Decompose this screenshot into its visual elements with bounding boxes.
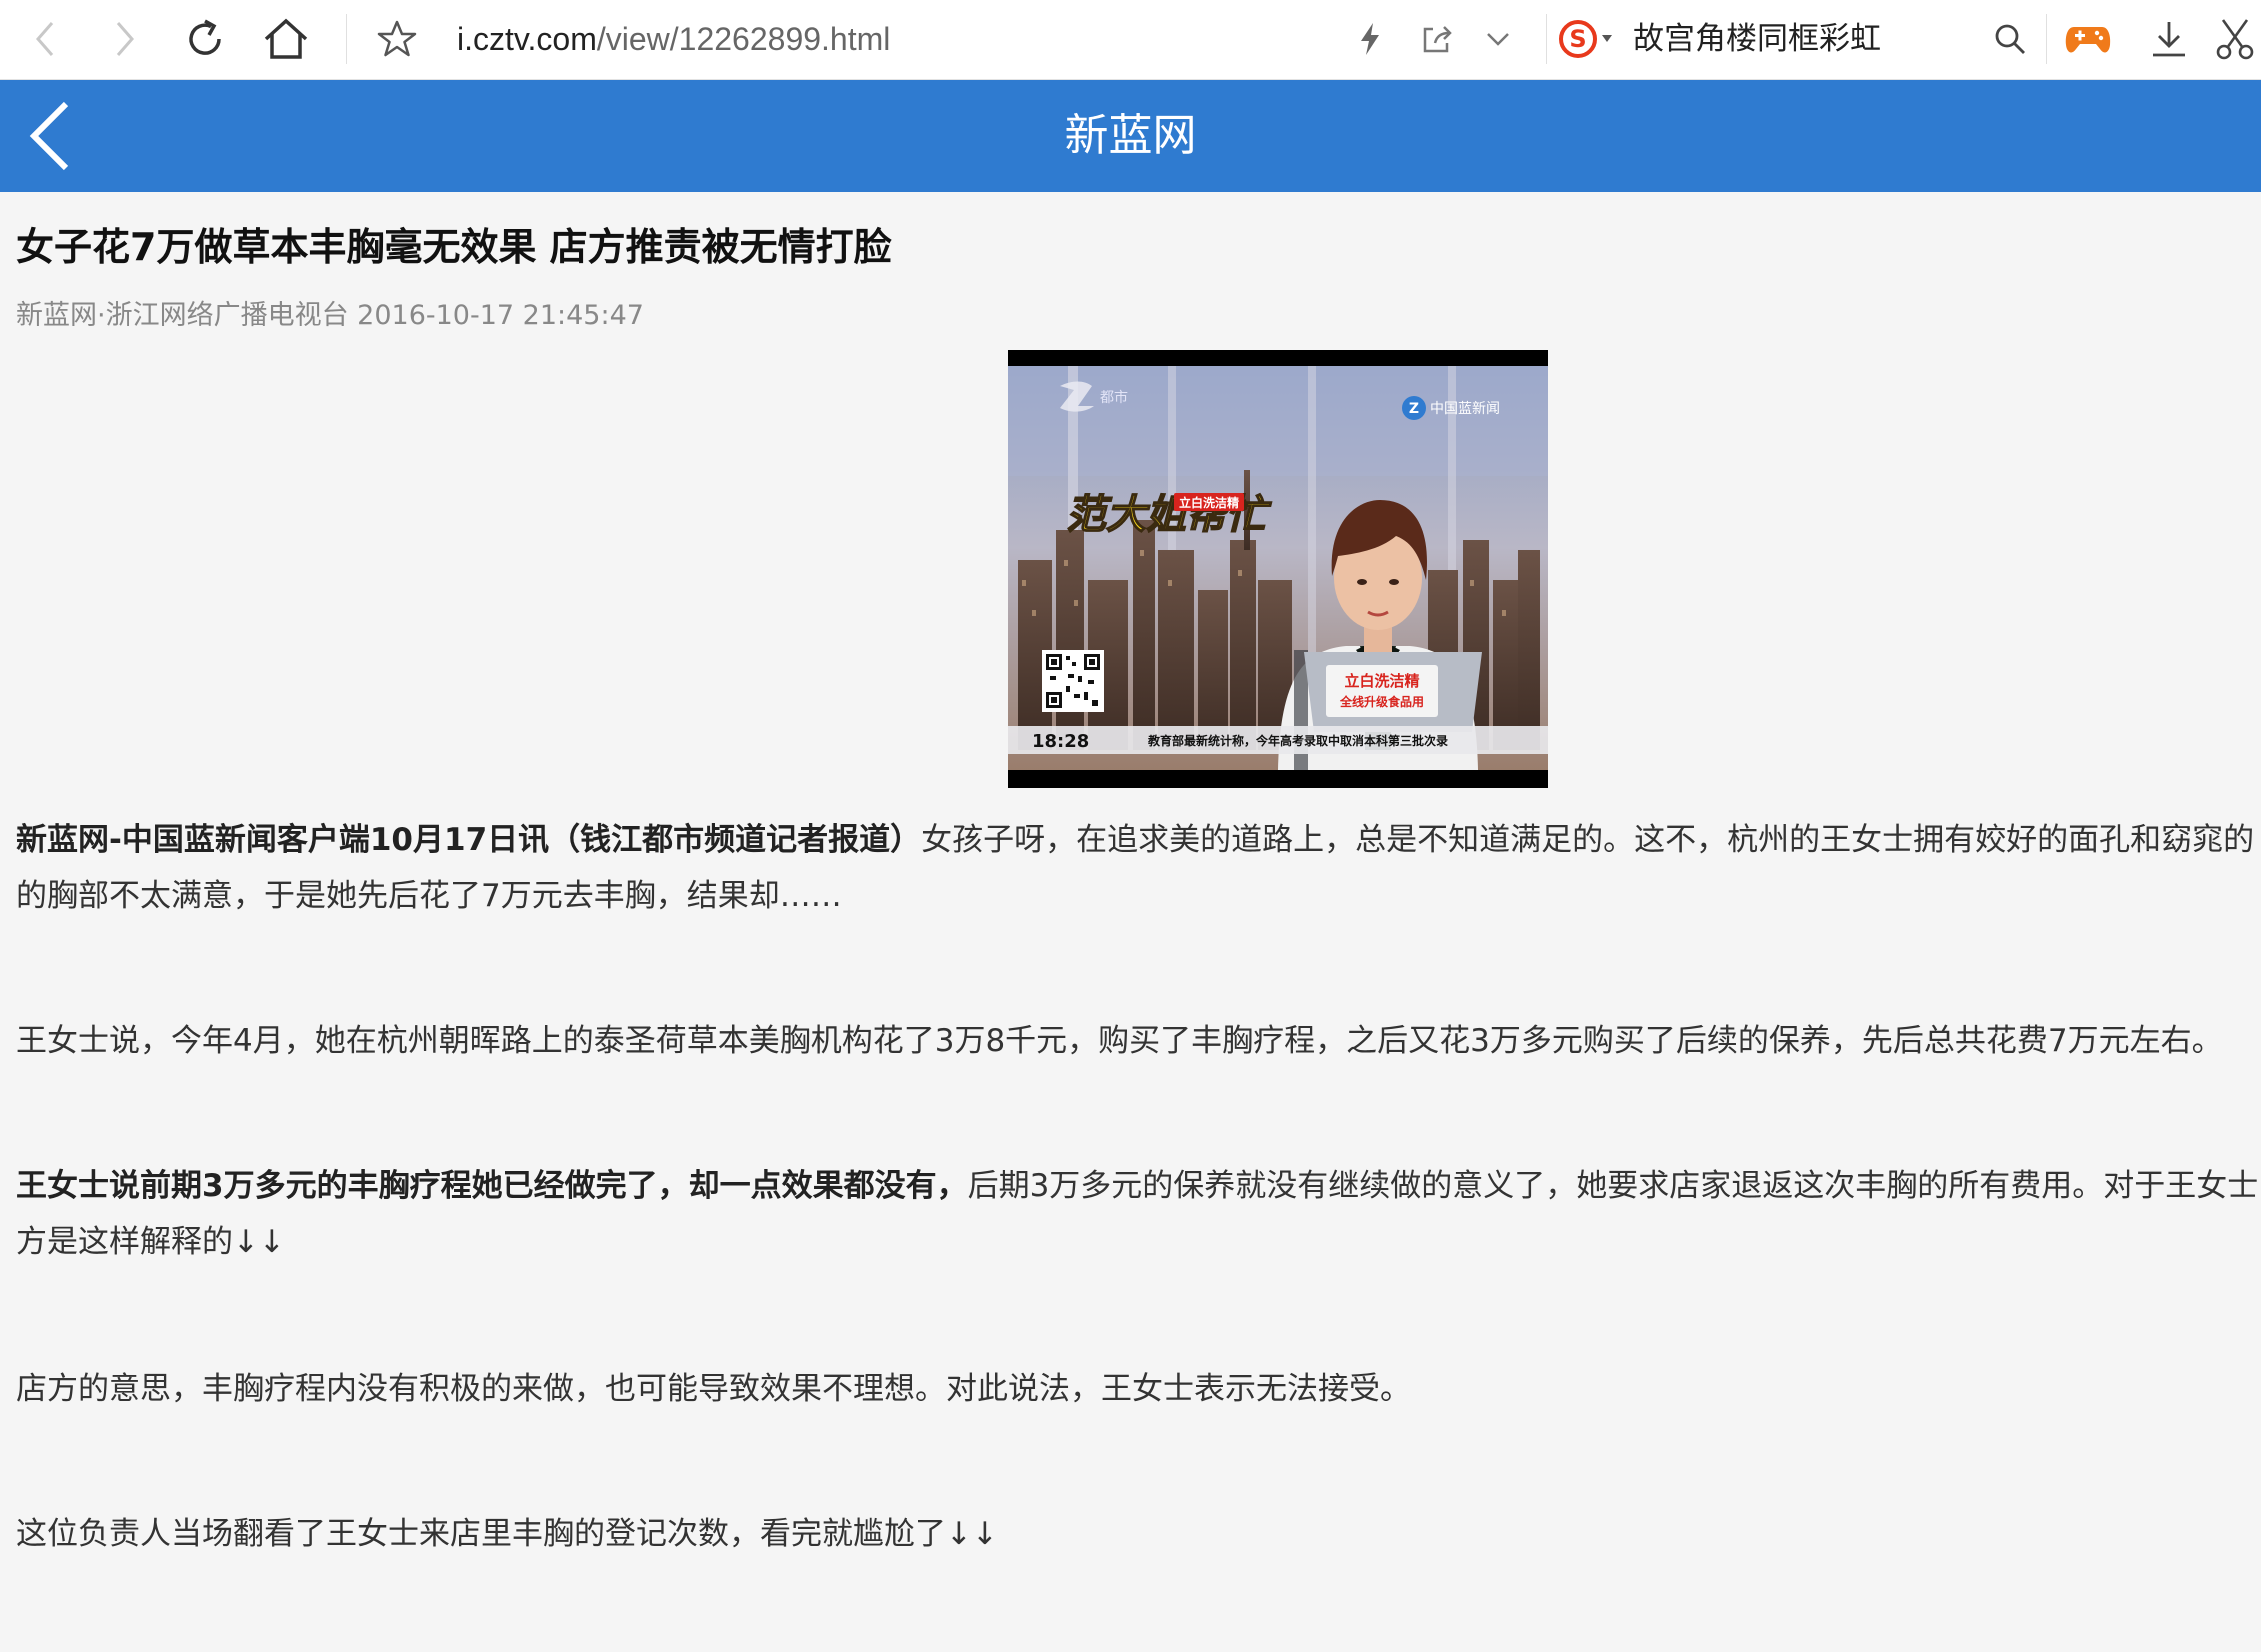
video-player[interactable]: 都市 Z 中国蓝新闻 范大姐帮忙 立白洗洁精 立白洗洁精 全线升级食品用 18:… — [1008, 350, 1548, 788]
show-logo: 范大姐帮忙 立白洗洁精 — [1065, 491, 1272, 539]
url-path: /view/12262899.html — [596, 21, 891, 57]
video-ticker-text: 教育部最新统计称，今年高考录取中取消本科第三批次录 — [1147, 733, 1448, 748]
toolbar-divider — [346, 14, 347, 64]
paragraph-text: 的胸部不太满意，于是她先后花了7万元去丰胸，结果却…… — [16, 878, 842, 914]
lightning-icon[interactable] — [1350, 16, 1390, 62]
search-icon[interactable] — [1987, 16, 2033, 62]
article-paragraph: 王女士说，今年4月，她在杭州朝晖路上的泰圣荷草本美胸机构花了3万8千元，购买了丰… — [16, 1013, 2223, 1069]
video-timestamp: 18:28 — [1032, 731, 1089, 752]
bookmark-star-icon[interactable] — [372, 14, 422, 64]
article-paragraph: 这位负责人当场翻看了王女士来店里丰胸的登记次数，看完就尴尬了↓↓ — [16, 1506, 998, 1562]
paragraph-bold-lead: 新蓝网-中国蓝新闻客户端10月17日讯（钱江都市频道记者报道） — [16, 822, 922, 858]
home-icon[interactable] — [258, 12, 314, 66]
back-nav-icon[interactable] — [20, 14, 70, 64]
scissors-icon[interactable] — [2212, 14, 2258, 64]
chevron-down-icon[interactable] — [1478, 16, 1518, 62]
news-anchor-thumbnail: 都市 Z 中国蓝新闻 范大姐帮忙 立白洗洁精 立白洗洁精 全线升级食品用 18:… — [1008, 350, 1548, 788]
toolbar-divider — [2046, 14, 2047, 64]
app-header: 新蓝网 — [0, 80, 2261, 192]
paragraph-bold-lead: 王女士说前期3万多元的丰胸疗程她已经做完了，却一点效果都没有， — [16, 1168, 968, 1204]
article-meta: 新蓝网·浙江网络广播电视台 2016-10-17 21:45:47 — [16, 300, 644, 331]
paragraph-text: 这位负责人当场翻看了王女士来店里丰胸的登记次数，看完就尴尬了↓↓ — [16, 1516, 998, 1552]
toolbar-divider — [1546, 14, 1547, 64]
article-paragraph: 店方的意思，丰胸疗程内没有积极的来做，也可能导致效果不理想。对此说法，王女士表示… — [16, 1361, 1411, 1417]
app-title: 新蓝网 — [1064, 110, 1197, 161]
svg-text:立白洗洁精: 立白洗洁精 — [1179, 495, 1239, 510]
reload-icon[interactable] — [180, 12, 230, 66]
forward-nav-icon[interactable] — [100, 14, 150, 64]
article-headline: 女子花7万做草本丰胸毫无效果 店方推责被无情打脸 — [16, 225, 892, 269]
article-paragraph: 新蓝网-中国蓝新闻客户端10月17日讯（钱江都市频道记者报道）女孩子呀，在追求美… — [16, 812, 2254, 924]
svg-text:立白洗洁精: 立白洗洁精 — [1344, 672, 1419, 690]
paragraph-text: 后期3万多元的保养就没有继续做的意义了，她要求店家退返这次丰胸的所有费用。对于王… — [967, 1168, 2259, 1204]
url-host: i.cztv.com — [457, 21, 597, 57]
news-ticker-bar: 18:28 教育部最新统计称，今年高考录取中取消本科第三批次录 — [1008, 726, 1548, 754]
game-controller-icon[interactable] — [2062, 14, 2114, 64]
paragraph-text: 方是这样解释的↓↓ — [16, 1224, 285, 1260]
address-bar[interactable]: i.cztv.com/view/12262899.html — [457, 14, 890, 64]
browser-toolbar: i.cztv.com/view/12262899.html S 故宫角楼同框彩虹 — [0, 0, 2261, 80]
paragraph-text: 王女士说，今年4月，她在杭州朝晖路上的泰圣荷草本美胸机构花了3万8千元，购买了丰… — [16, 1023, 2223, 1059]
svg-text:Z: Z — [1409, 401, 1419, 417]
download-icon[interactable] — [2144, 14, 2194, 64]
svg-text:S: S — [1569, 25, 1586, 53]
search-engine-switch[interactable]: S — [1558, 14, 1618, 64]
article-paragraph: 王女士说前期3万多元的丰胸疗程她已经做完了，却一点效果都没有，后期3万多元的保养… — [16, 1158, 2258, 1270]
svg-text:中国蓝新闻: 中国蓝新闻 — [1430, 401, 1500, 417]
svg-text:都市: 都市 — [1100, 389, 1128, 406]
qr-code — [1042, 650, 1104, 712]
search-input[interactable]: 故宫角楼同框彩虹 — [1633, 14, 1881, 64]
paragraph-text: 店方的意思，丰胸疗程内没有积极的来做，也可能导致效果不理想。对此说法，王女士表示… — [16, 1371, 1411, 1407]
svg-text:全线升级食品用: 全线升级食品用 — [1339, 694, 1424, 709]
paragraph-text: 女孩子呀，在追求美的道路上，总是不知道满足的。这不，杭州的王女士拥有姣好的面孔和… — [921, 822, 2255, 858]
share-icon[interactable] — [1414, 16, 1460, 62]
